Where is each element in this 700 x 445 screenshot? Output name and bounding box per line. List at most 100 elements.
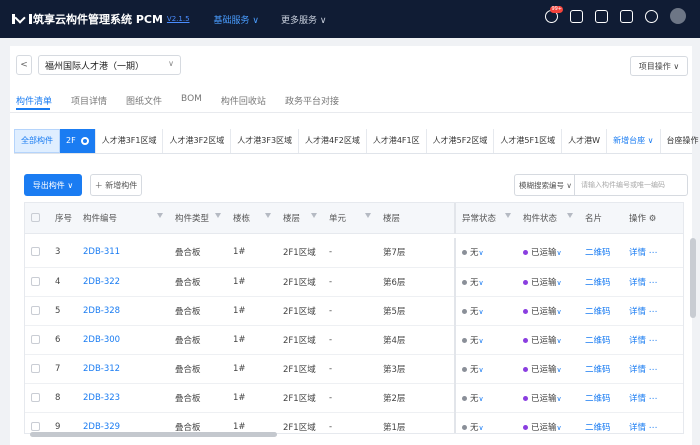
cell-abnormal[interactable]: 无∨ — [454, 412, 517, 433]
table-row[interactable]: 8 2DB-323 叠合板 1# 2F1区域 - 第2层 无∨ 已运输∨ 二维码 详情 ⋯ — [25, 383, 683, 413]
more-icon[interactable]: ⋯ — [649, 307, 658, 317]
details-link[interactable]: 详情 — [629, 423, 646, 433]
add-component-button[interactable]: ＋ 新增构件 — [90, 174, 142, 196]
nav-basic-services[interactable]: 基础服务 ∨ — [214, 13, 259, 26]
cell-abnormal[interactable]: 无∨ — [454, 354, 517, 384]
tab-bom[interactable]: BOM — [181, 94, 202, 114]
qrcode-link[interactable]: 二维码 — [579, 325, 623, 355]
export-button[interactable]: 导出构件 ∨ — [24, 174, 82, 196]
row-checkbox[interactable] — [25, 354, 49, 384]
row-checkbox[interactable] — [25, 325, 49, 355]
search-type-select[interactable]: 模糊搜索编号 ∨ — [514, 174, 574, 196]
row-checkbox[interactable] — [25, 383, 49, 413]
cell-status[interactable]: 已运输∨ — [517, 296, 579, 326]
cell-code-link[interactable]: 2DB-312 — [77, 354, 169, 384]
filter-icon[interactable] — [215, 213, 221, 218]
more-icon[interactable]: ⋯ — [649, 423, 658, 433]
more-icon[interactable]: ⋯ — [649, 278, 658, 288]
details-link[interactable]: 详情 — [629, 278, 646, 288]
vertical-scrollbar[interactable] — [690, 238, 696, 318]
area-tab-item[interactable]: 人才港4F2区域 — [299, 128, 367, 153]
col-status[interactable]: 构件状态 — [517, 203, 579, 234]
download-icon[interactable] — [595, 10, 608, 23]
cell-status[interactable]: 已运输∨ — [517, 238, 579, 268]
cell-code-link[interactable]: 2DB-300 — [77, 325, 169, 355]
details-link[interactable]: 详情 — [629, 336, 646, 346]
cell-code-link[interactable]: 2DB-311 — [77, 238, 169, 268]
col-building[interactable]: 楼栋 — [227, 203, 277, 234]
table-row[interactable]: 7 2DB-312 叠合板 1# 2F1区域 - 第3层 无∨ 已运输∨ 二维码 详情 ⋯ — [25, 354, 683, 384]
add-pedestal-button[interactable]: 新增台座 ∨ — [607, 128, 661, 153]
area-tab-item[interactable]: 人才港3F3区域 — [231, 128, 300, 153]
tab-recycle-bin[interactable]: 构件回收站 — [221, 94, 266, 114]
nav-more-services[interactable]: 更多服务 ∨ — [281, 13, 326, 26]
pedestal-ops-button[interactable]: 台座操作 ∨ — [661, 129, 700, 153]
tab-drawing-files[interactable]: 图纸文件 — [126, 94, 162, 114]
details-link[interactable]: 详情 — [629, 394, 646, 404]
table-row[interactable]: 4 2DB-322 叠合板 1# 2F1区域 - 第6层 无∨ 已运输∨ 二维码 详情 ⋯ — [25, 267, 683, 297]
filter-icon[interactable] — [157, 213, 163, 218]
table-row[interactable]: 9 2DB-329 叠合板 1# 2F1区域 - 第1层 无∨ 已运输∨ 二维码 详情 ⋯ — [25, 412, 683, 433]
mobile-icon[interactable] — [620, 10, 633, 23]
cell-code-link[interactable]: 2DB-328 — [77, 296, 169, 326]
area-tab-item[interactable]: 人才港4F1区 — [367, 128, 427, 153]
document-icon[interactable] — [570, 10, 583, 23]
filter-icon[interactable] — [505, 213, 511, 218]
avatar[interactable] — [670, 8, 686, 24]
row-checkbox[interactable] — [25, 412, 49, 433]
col-floor[interactable]: 楼层 — [277, 203, 323, 234]
settings-icon[interactable] — [645, 10, 658, 23]
cell-abnormal[interactable]: 无∨ — [454, 383, 517, 413]
filter-icon[interactable] — [365, 213, 371, 218]
cell-status[interactable]: 已运输∨ — [517, 267, 579, 297]
qrcode-link[interactable]: 二维码 — [579, 383, 623, 413]
row-checkbox[interactable] — [25, 267, 49, 297]
cell-abnormal[interactable]: 无∨ — [454, 296, 517, 326]
cell-status[interactable]: 已运输∨ — [517, 412, 579, 433]
qrcode-link[interactable]: 二维码 — [579, 238, 623, 268]
project-select[interactable]: 福州国际人才港（一期） ∨ — [38, 55, 181, 75]
cell-code-link[interactable]: 2DB-322 — [77, 267, 169, 297]
cell-code-link[interactable]: 2DB-329 — [77, 412, 169, 433]
details-link[interactable]: 详情 — [629, 365, 646, 375]
tab-component-list[interactable]: 构件清单 — [16, 94, 52, 114]
col-unit[interactable]: 单元 — [323, 203, 377, 234]
cell-abnormal[interactable]: 无∨ — [454, 325, 517, 355]
more-icon[interactable]: ⋯ — [649, 394, 658, 404]
row-checkbox[interactable] — [25, 296, 49, 326]
table-row[interactable]: 6 2DB-300 叠合板 1# 2F1区域 - 第4层 无∨ 已运输∨ 二维码 详情 ⋯ — [25, 325, 683, 355]
area-tab-item[interactable]: 人才港3F1区域 — [96, 128, 164, 153]
column-settings-icon[interactable]: ⚙ — [649, 214, 657, 224]
cell-status[interactable]: 已运输∨ — [517, 383, 579, 413]
more-icon[interactable]: ⋯ — [649, 336, 658, 346]
qrcode-link[interactable]: 二维码 — [579, 412, 623, 433]
project-ops-button[interactable]: 项目操作 ∨ — [630, 56, 688, 76]
cell-status[interactable]: 已运输∨ — [517, 354, 579, 384]
details-link[interactable]: 详情 — [629, 248, 646, 258]
filter-icon[interactable] — [265, 213, 271, 218]
tab-gov-platform[interactable]: 政务平台对接 — [285, 94, 339, 114]
table-row[interactable]: 3 2DB-311 叠合板 1# 2F1区域 - 第7层 无∨ 已运输∨ 二维码 详情 ⋯ — [25, 238, 683, 268]
more-icon[interactable]: ⋯ — [649, 248, 658, 258]
area-tab-2f[interactable]: 2F — [60, 128, 96, 153]
gear-icon[interactable] — [80, 136, 89, 145]
qrcode-link[interactable]: 二维码 — [579, 354, 623, 384]
cell-status[interactable]: 已运输∨ — [517, 325, 579, 355]
filter-icon[interactable] — [567, 213, 573, 218]
qrcode-link[interactable]: 二维码 — [579, 296, 623, 326]
filter-icon[interactable] — [311, 213, 317, 218]
back-button[interactable]: < — [16, 55, 32, 75]
row-checkbox[interactable] — [25, 238, 49, 268]
area-tab-item[interactable]: 人才港5F2区域 — [427, 128, 495, 153]
notification-icon[interactable]: 99+ — [545, 6, 563, 23]
horizontal-scrollbar[interactable] — [30, 432, 686, 438]
cell-code-link[interactable]: 2DB-323 — [77, 383, 169, 413]
search-input[interactable]: 请输入构件编号或唯一编码 — [574, 174, 688, 196]
col-abnormal[interactable]: 异常状态 — [454, 203, 517, 234]
area-tab-item[interactable]: 人才港W — [562, 128, 608, 153]
qrcode-link[interactable]: 二维码 — [579, 267, 623, 297]
cell-abnormal[interactable]: 无∨ — [454, 238, 517, 268]
col-code[interactable]: 构件编号 — [77, 203, 169, 234]
select-all-checkbox[interactable] — [25, 203, 49, 234]
scrollbar-thumb[interactable] — [30, 432, 277, 437]
